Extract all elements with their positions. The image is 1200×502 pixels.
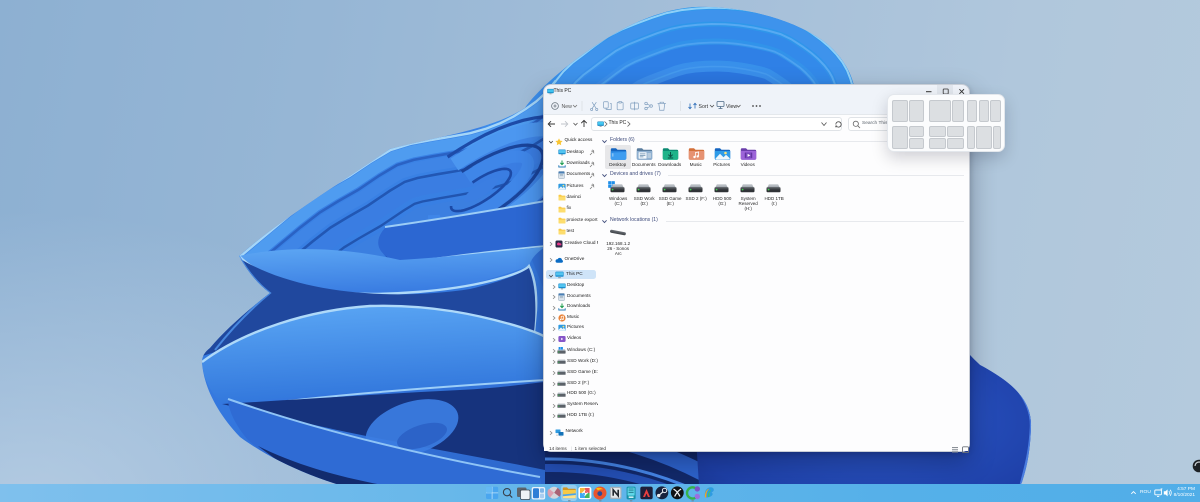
svg-text:Sort: Sort: [699, 104, 709, 110]
svg-text:View: View: [726, 104, 737, 110]
svg-text:New: New: [562, 104, 573, 110]
